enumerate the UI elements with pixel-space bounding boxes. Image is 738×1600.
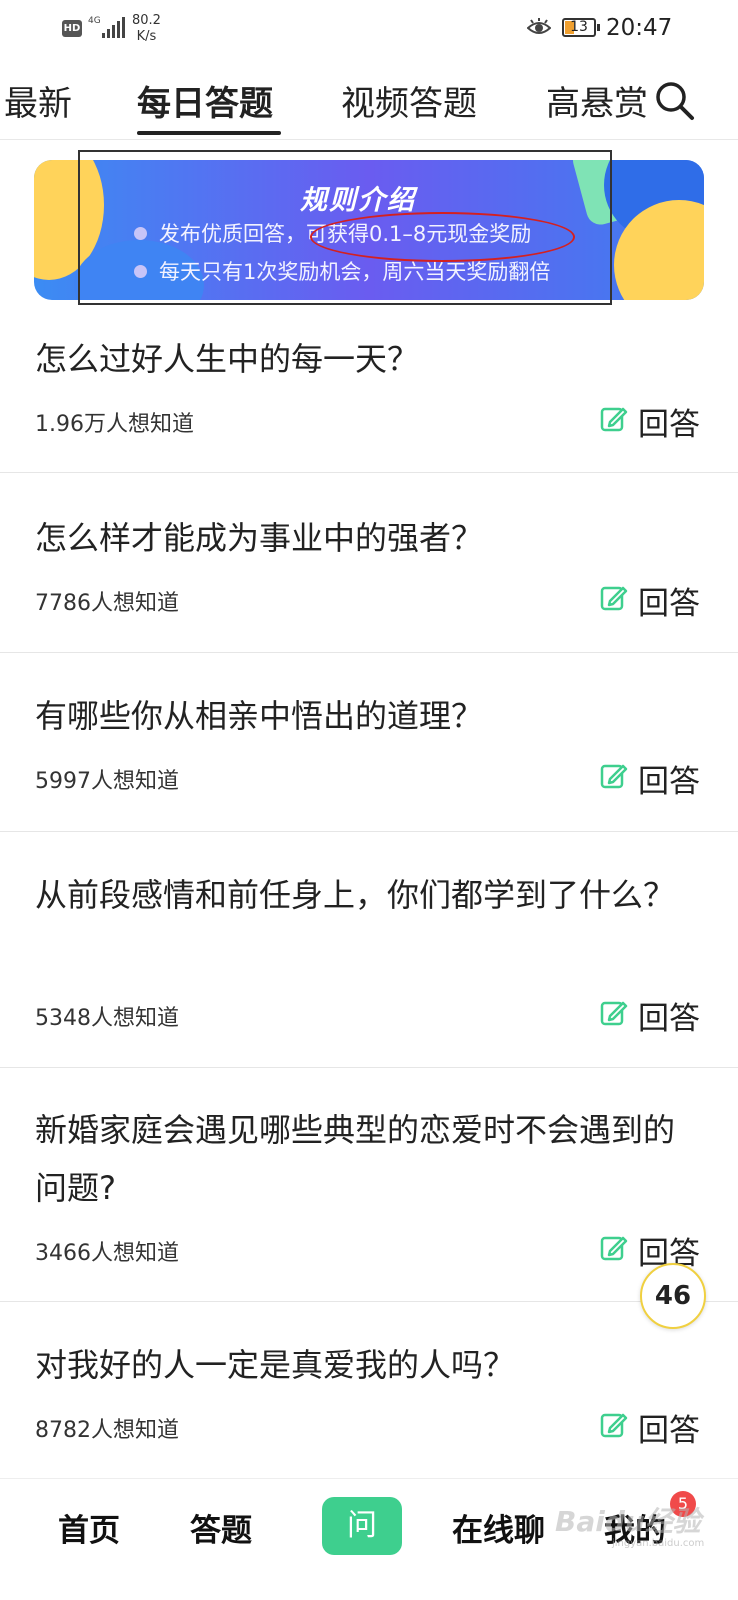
question-follow-count: 8782人想知道: [35, 1418, 179, 1443]
question-title[interactable]: 怎么过好人生中的每一天？: [35, 330, 705, 388]
speed-unit: K/s: [136, 29, 157, 44]
tab-video-answer[interactable]: 视频答题: [341, 76, 477, 125]
watermark: Baidu经验: [555, 1505, 701, 1538]
search-icon[interactable]: [654, 80, 696, 122]
category-tabs: 最新 每日答题 视频答题 高悬赏: [0, 62, 738, 140]
clock: 20:47: [606, 15, 673, 41]
question-title[interactable]: 怎么样才能成为事业中的强者？: [35, 509, 705, 567]
tab-high-reward[interactable]: 高悬赏: [546, 76, 648, 125]
answer-label: 回答: [638, 586, 700, 622]
status-bar: HD 4G 80.2 K/s 13 20:47: [0, 0, 738, 58]
question-follow-count: 7786人想知道: [35, 591, 179, 616]
annotation-frame: [78, 150, 612, 305]
question-title[interactable]: 有哪些你从相亲中悟出的道理？: [35, 687, 705, 745]
battery-icon: 13: [562, 18, 600, 37]
watermark-url: jingyan.baidu.com: [612, 1538, 705, 1549]
answer-label: 回答: [638, 407, 700, 443]
answer-label: 回答: [638, 1001, 700, 1037]
question-item[interactable]: 有哪些你从相亲中悟出的道理？ 5997人想知道 回答: [0, 653, 738, 832]
answer-label: 回答: [638, 764, 700, 800]
tab-daily-answer[interactable]: 每日答题: [137, 76, 273, 125]
question-item[interactable]: 对我好的人一定是真爱我的人吗？ 8782人想知道 回答: [0, 1302, 738, 1478]
question-follow-count: 1.96万人想知道: [35, 412, 194, 437]
eye-comfort-icon: [527, 18, 551, 34]
edit-icon: [600, 586, 628, 611]
network-speed: 80.2 K/s: [132, 13, 161, 45]
question-title[interactable]: 新婚家庭会遇见哪些典型的恋爱时不会遇到的问题?: [35, 1101, 705, 1217]
question-item[interactable]: 怎么过好人生中的每一天？ 1.96万人想知道 回答: [0, 305, 738, 473]
question-title[interactable]: 对我好的人一定是真爱我的人吗？: [35, 1336, 705, 1394]
question-follow-count: 5348人想知道: [35, 1006, 179, 1031]
question-title[interactable]: 从前段感情和前任身上，你们都学到了什么？: [35, 866, 705, 924]
answer-label: 回答: [638, 1413, 700, 1449]
edit-icon: [600, 407, 628, 432]
active-tab-indicator: [137, 131, 281, 135]
battery-level: 13: [570, 19, 588, 35]
nav-online-chat[interactable]: 在线聊: [452, 1505, 545, 1550]
question-item[interactable]: 怎么样才能成为事业中的强者？ 7786人想知道 回答: [0, 473, 738, 653]
question-item[interactable]: 新婚家庭会遇见哪些典型的恋爱时不会遇到的问题? 3466人想知道 回答: [0, 1068, 738, 1302]
question-follow-count: 3466人想知道: [35, 1241, 179, 1266]
nav-answer[interactable]: 答题: [190, 1505, 252, 1550]
nav-home[interactable]: 首页: [58, 1505, 120, 1550]
edit-icon: [600, 1413, 628, 1438]
question-follow-count: 5997人想知道: [35, 769, 179, 794]
signal-icon: [100, 16, 126, 38]
tab-latest[interactable]: 最新: [4, 76, 72, 125]
edit-icon: [600, 1236, 628, 1261]
hd-indicator: HD: [62, 20, 82, 37]
edit-icon: [600, 764, 628, 789]
network-type: 4G: [88, 16, 101, 26]
ask-button[interactable]: 问: [322, 1497, 402, 1555]
question-item[interactable]: 从前段感情和前任身上，你们都学到了什么？ 5348人想知道 回答: [0, 832, 738, 1068]
speed-value: 80.2: [132, 13, 161, 28]
edit-icon: [600, 1001, 628, 1026]
floating-count-badge[interactable]: 46: [640, 1263, 706, 1329]
